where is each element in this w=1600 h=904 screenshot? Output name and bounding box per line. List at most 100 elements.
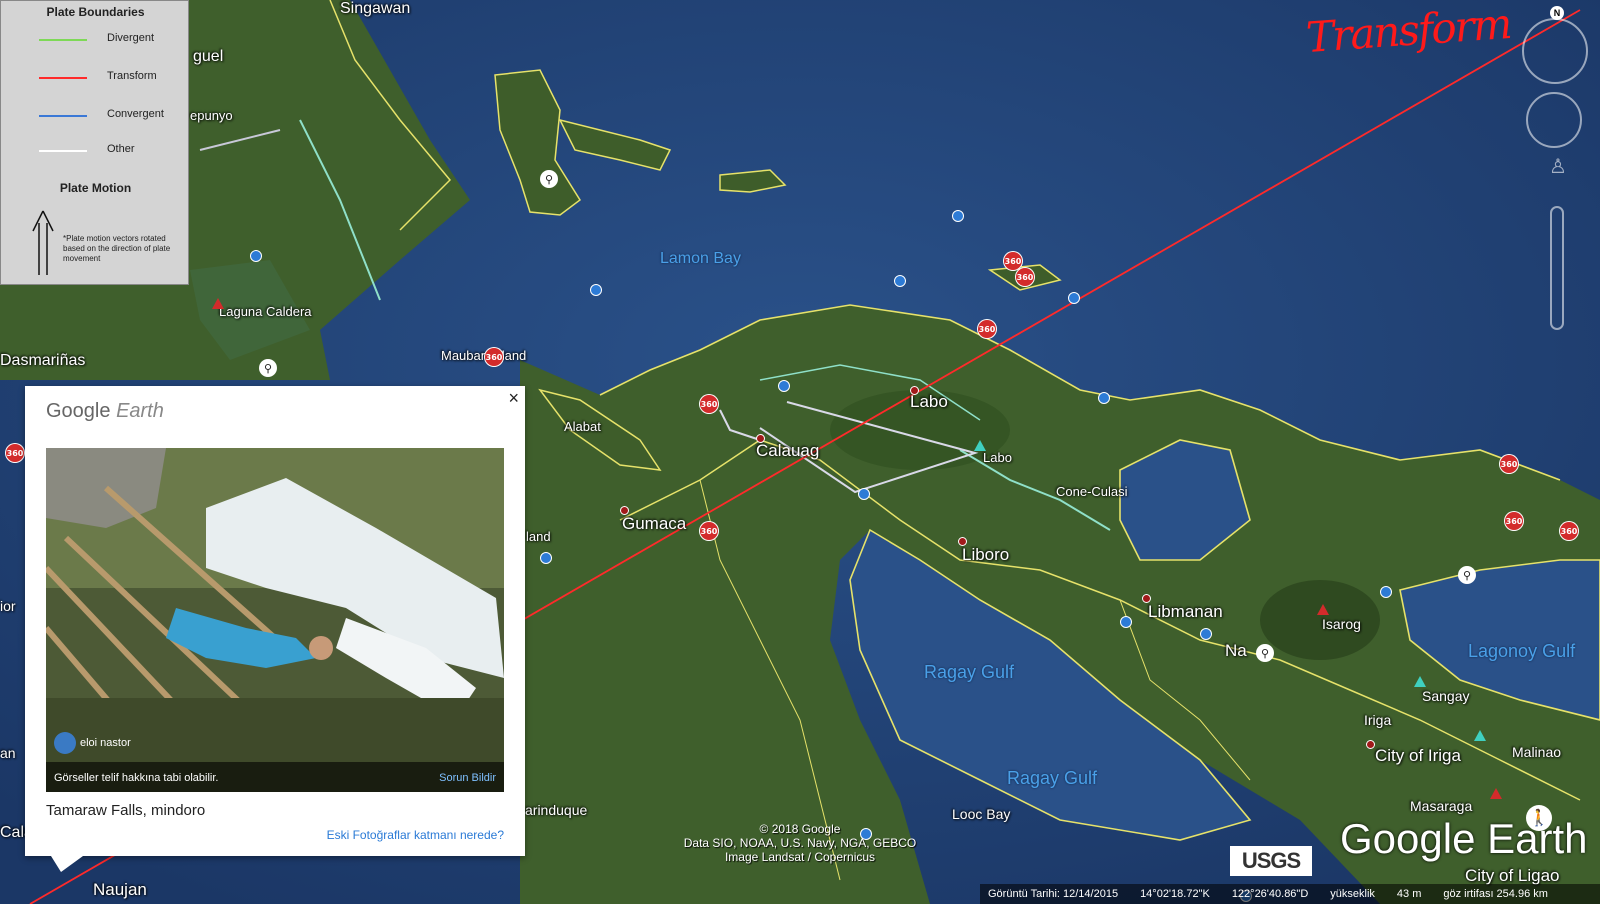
place-label: Libmanan (1148, 602, 1223, 621)
place-label: City of Ligao (1465, 866, 1560, 885)
legend-line (39, 115, 87, 117)
poi-pin[interactable] (1098, 392, 1110, 404)
poi-pin[interactable] (778, 380, 790, 392)
place-label: arinduque (525, 802, 588, 818)
place-label: City of Iriga (1375, 746, 1461, 765)
place-label: an (0, 745, 16, 761)
street-view-pegman-icon[interactable]: ♙ (1549, 154, 1567, 179)
legend-line (39, 77, 87, 79)
volcano-icon[interactable] (1414, 676, 1426, 687)
poi-pin[interactable] (590, 284, 602, 296)
legend-note: *Plate motion vectors rotated based on t… (63, 234, 171, 263)
close-icon[interactable]: × (508, 388, 519, 409)
place-label: Isarog (1322, 616, 1361, 632)
place-label: Gumaca (622, 514, 687, 533)
place-label: Malinao (1512, 744, 1562, 760)
avatar (54, 732, 76, 754)
volcano-icon[interactable] (1490, 788, 1502, 799)
poi-pin[interactable] (894, 275, 906, 287)
city-dot[interactable] (1366, 740, 1375, 749)
photo-popup: Google Earth × eloi nastor Görseller tel… (25, 386, 525, 872)
legend-line (39, 150, 87, 152)
cycling-icon[interactable]: ⚲ (540, 170, 558, 188)
volcano-icon[interactable] (974, 440, 986, 451)
photo-360-marker[interactable]: 360 (6, 444, 24, 462)
photo-360-marker[interactable]: 360 (978, 320, 996, 338)
water-label: Lamon Bay (660, 250, 741, 267)
photo-360-marker[interactable]: 360 (700, 395, 718, 413)
report-problem-link[interactable]: Sorun Bildir (439, 772, 496, 784)
place-label: Dasmariñas (0, 352, 86, 369)
poi-pin[interactable] (1380, 586, 1392, 598)
legend-row-divergent: Divergent (39, 32, 189, 48)
place-label: Na (1225, 641, 1247, 660)
place-label: Labo (983, 450, 1012, 465)
photo-360-marker[interactable]: 360 (1016, 268, 1034, 286)
place-label: Masaraga (1410, 798, 1473, 814)
cycling-icon[interactable]: ⚲ (1256, 644, 1274, 662)
legend-row-transform: Transform (39, 70, 189, 86)
plate-legend: Plate Boundaries Divergent Transform Con… (0, 0, 189, 285)
cycling-icon[interactable]: ⚲ (259, 359, 277, 377)
place-label: Sangay (1422, 688, 1470, 704)
status-bar: Görüntü Tarihi: 12/14/2015 14°02'18.72"K… (980, 884, 1600, 904)
poi-pin[interactable] (1200, 628, 1212, 640)
photo-360-marker[interactable]: 360 (1560, 522, 1578, 540)
photo-360-marker[interactable]: 360 (1004, 252, 1022, 270)
volcano-icon[interactable] (1474, 730, 1486, 741)
water-label: Looc Bay (952, 806, 1011, 822)
place-label: Alabat (564, 419, 601, 434)
poi-pin[interactable] (250, 250, 262, 262)
photo-360-marker[interactable]: 360 (485, 348, 503, 366)
poi-pin[interactable] (952, 210, 964, 222)
city-dot[interactable] (756, 434, 765, 443)
legend-row-convergent: Convergent (39, 108, 189, 124)
city-dot[interactable] (620, 506, 629, 515)
legend-row-other: Other (39, 143, 189, 159)
plate-motion-arrow-icon (32, 210, 54, 275)
volcano-icon[interactable] (212, 298, 224, 309)
place-label: Naujan (93, 880, 147, 899)
look-navigation-ring[interactable] (1522, 18, 1588, 84)
eye-altitude: göz irtifası 254.96 km (1443, 888, 1548, 900)
place-label: land (526, 529, 551, 544)
photo-360-marker[interactable]: 360 (700, 522, 718, 540)
map-attribution: © 2018 Google Data SIO, NOAA, U.S. Navy,… (683, 822, 917, 864)
imagery-date: Görüntü Tarihi: 12/14/2015 (988, 888, 1119, 900)
photo-360-marker[interactable]: 360 (1500, 455, 1518, 473)
longitude: 122°26'40.86"D (1231, 888, 1309, 900)
place-label: guel (193, 48, 224, 65)
city-dot[interactable] (958, 537, 967, 546)
place-label: Laguna Caldera (219, 304, 312, 319)
old-photos-layer-link[interactable]: Eski Fotoğraflar katmanı nerede? (327, 828, 504, 842)
poi-pin[interactable] (858, 488, 870, 500)
place-label: Iriga (1364, 712, 1392, 728)
city-dot[interactable] (910, 386, 919, 395)
city-dot[interactable] (1142, 594, 1151, 603)
place-label: Calauag (756, 441, 820, 460)
poi-pin[interactable] (1120, 616, 1132, 628)
place-label: epunyo (190, 108, 233, 123)
pegman-walk-icon[interactable]: 🚶 (1526, 805, 1552, 831)
zoom-slider[interactable] (1550, 206, 1564, 330)
place-label: Liboro (962, 545, 1010, 564)
elevation-label: yükseklik (1330, 888, 1375, 900)
copyright-text: Görseller telif hakkına tabi olabilir. (54, 772, 219, 784)
popup-brand: Google Earth (46, 400, 164, 422)
volcano-icon[interactable] (1317, 604, 1329, 615)
photo-360-marker[interactable]: 360 (1505, 512, 1523, 530)
compass-north-icon[interactable]: N (1550, 6, 1564, 20)
usgs-logo: USGS (1230, 846, 1312, 876)
legend-line (39, 39, 87, 41)
place-label: Singawan (340, 0, 411, 17)
water-label: Ragay Gulf (924, 662, 1015, 682)
popup-photo[interactable]: eloi nastor Görseller telif hakkına tabi… (46, 448, 504, 792)
poi-pin[interactable] (540, 552, 552, 564)
water-label: Ragay Gulf (1007, 768, 1098, 788)
cycling-icon[interactable]: ⚲ (1458, 566, 1476, 584)
place-label: Labo (910, 392, 948, 411)
poi-pin[interactable] (1068, 292, 1080, 304)
move-navigation-ring[interactable] (1526, 92, 1582, 148)
legend-motion-title: Plate Motion (59, 181, 132, 195)
photo-author[interactable]: eloi nastor (54, 732, 131, 754)
